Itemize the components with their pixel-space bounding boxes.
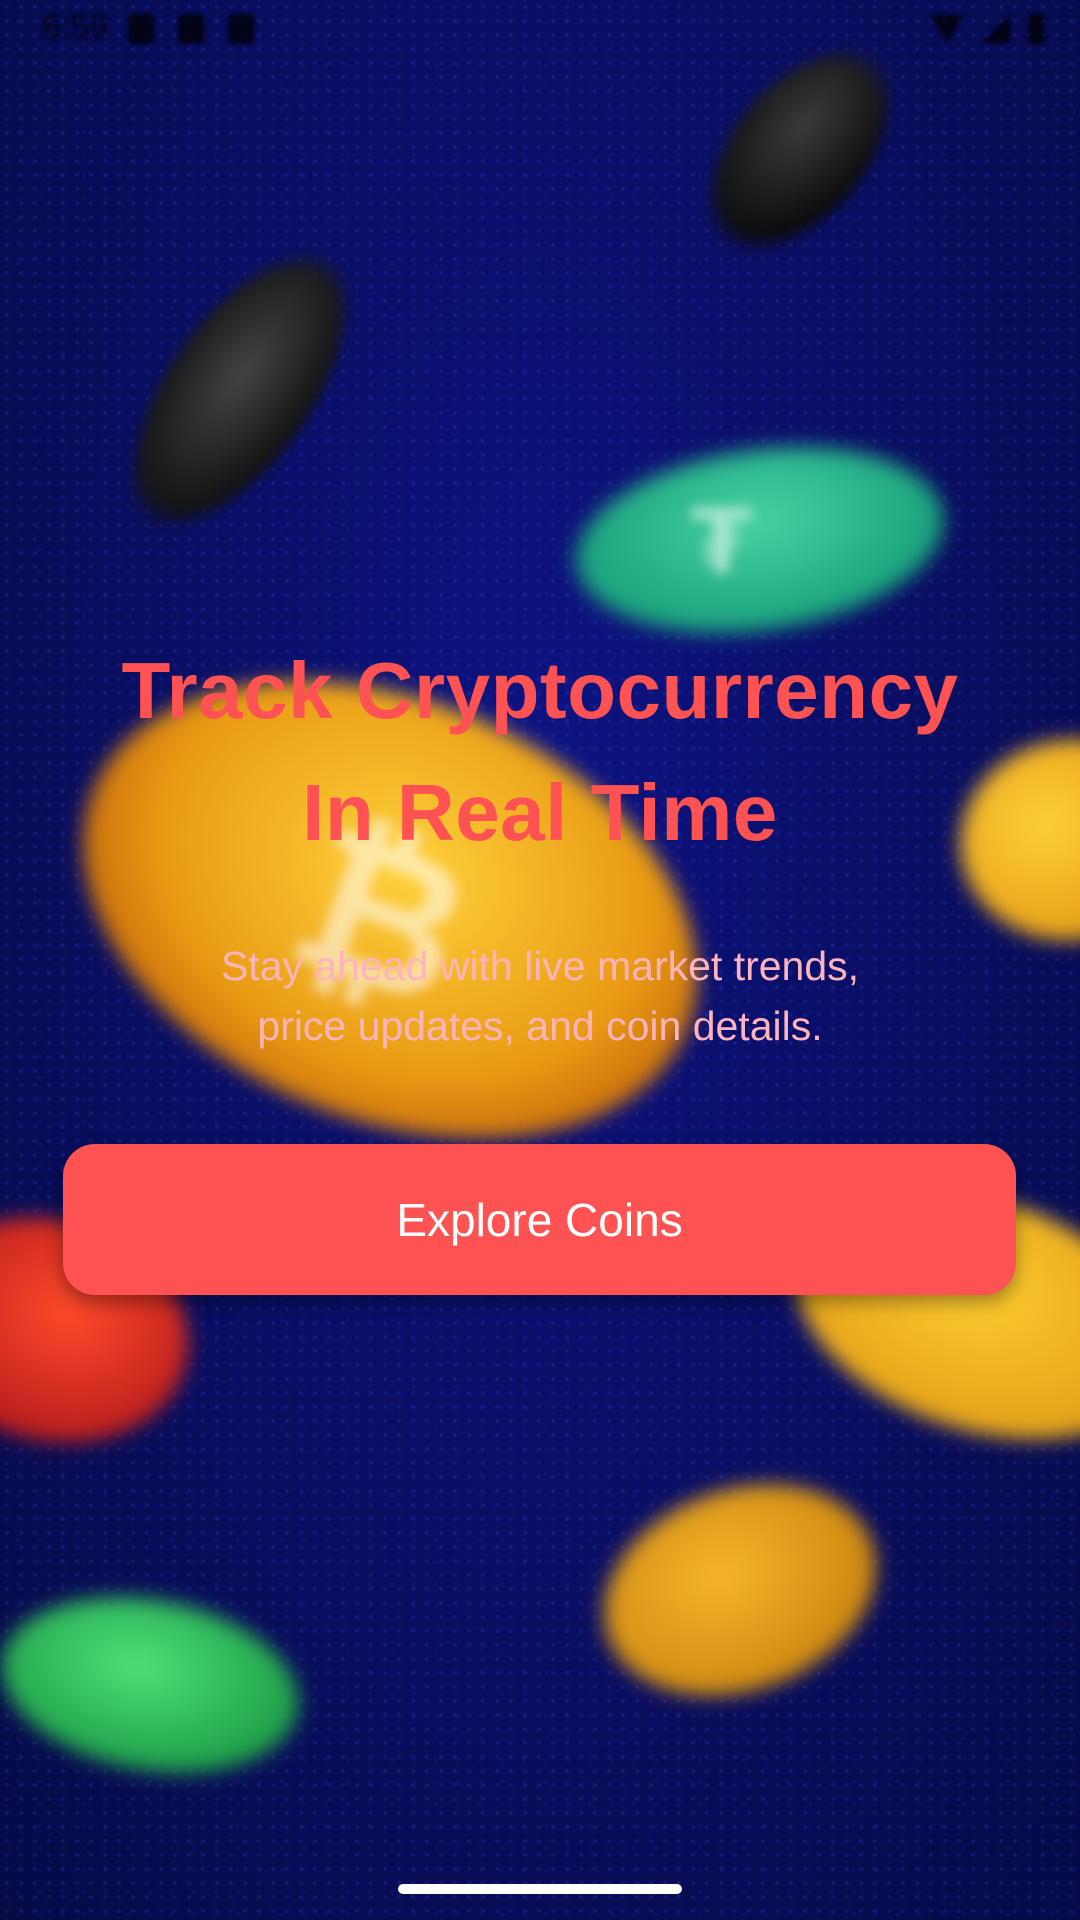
- play-protect-icon: [128, 14, 154, 44]
- download-icon: [228, 14, 254, 44]
- hero-headline: Track Cryptocurrency In Real Time: [0, 630, 1080, 874]
- system-icons: [930, 14, 1044, 44]
- battery-icon: [1028, 14, 1044, 44]
- status-time: 6:59: [42, 8, 109, 46]
- headline-line-1: Track Cryptocurrency: [121, 646, 959, 735]
- signal-icon: [982, 15, 1010, 43]
- notification-icons: [128, 14, 254, 44]
- subtitle-line-1: Stay ahead with live market trends,: [220, 943, 860, 989]
- hero-content: Track Cryptocurrency In Real Time Stay a…: [0, 630, 1080, 1056]
- sd-card-icon: [178, 14, 204, 44]
- onboarding-screen: ₮ ₿ 6:59 Track Cryptocurrency In Real Ti…: [0, 0, 1080, 1920]
- status-bar: 6:59: [0, 0, 1080, 62]
- headline-line-2: In Real Time: [302, 768, 778, 857]
- explore-coins-button[interactable]: Explore Coins: [63, 1144, 1016, 1295]
- home-indicator[interactable]: [398, 1884, 682, 1894]
- tether-symbol-icon: ₮: [690, 490, 753, 595]
- wifi-icon: [930, 15, 964, 43]
- subtitle-line-2: price updates, and coin details.: [257, 1003, 823, 1049]
- hero-subtitle: Stay ahead with live market trends, pric…: [160, 936, 920, 1056]
